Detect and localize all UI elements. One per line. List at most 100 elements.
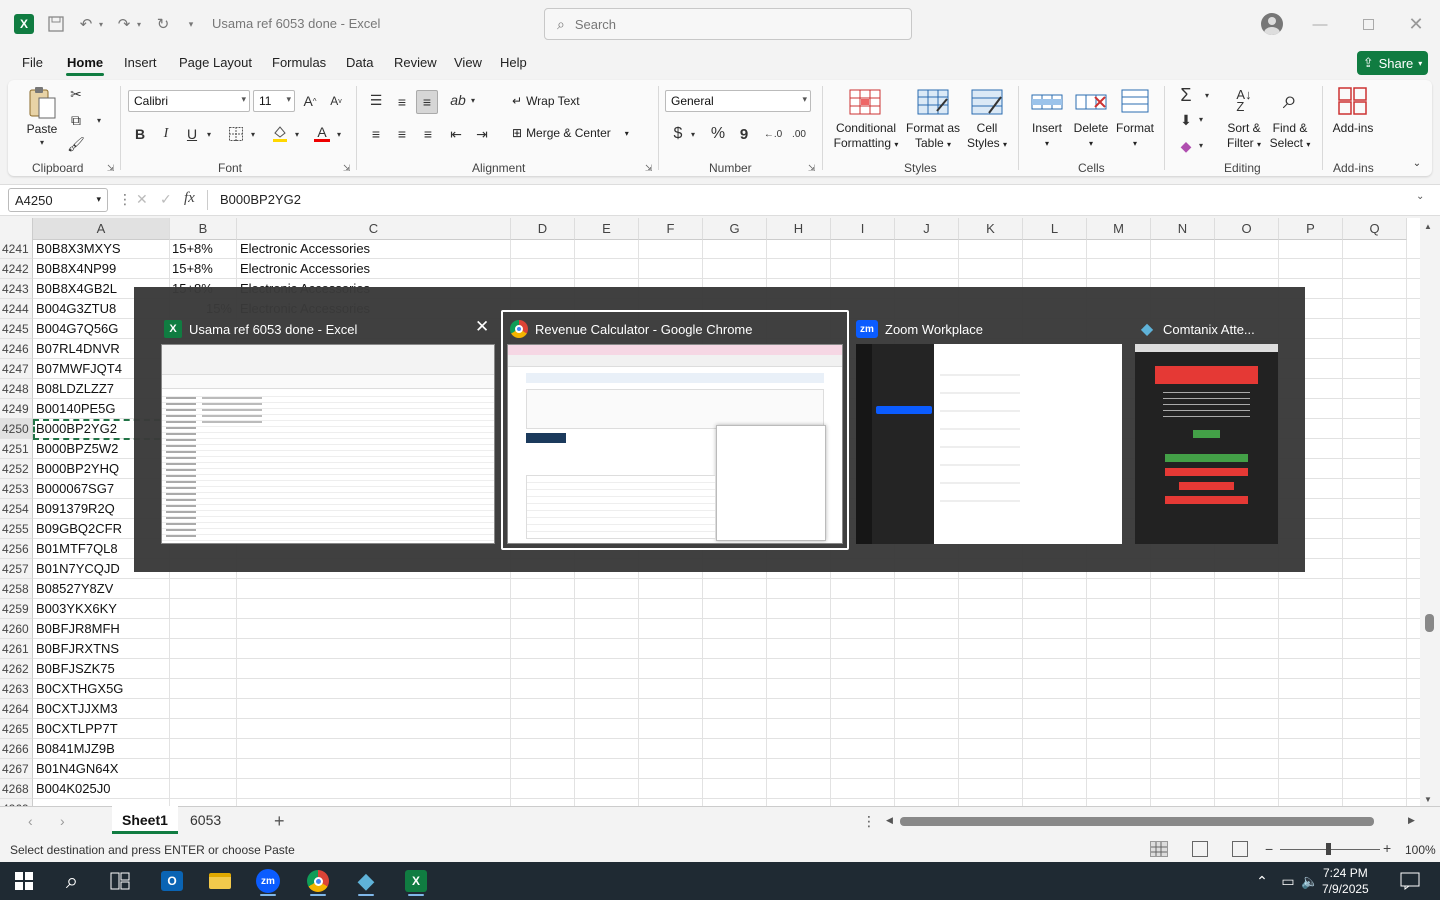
column-header-g[interactable]: G bbox=[703, 218, 767, 240]
cell-c-4261[interactable] bbox=[240, 639, 500, 659]
decrease-font-icon[interactable]: Av bbox=[326, 90, 346, 112]
italic-button[interactable]: I bbox=[156, 124, 176, 144]
column-header-n[interactable]: N bbox=[1151, 218, 1215, 240]
cell-a-4262[interactable]: B0BFJSZK75 bbox=[36, 659, 168, 679]
menu-review[interactable]: Review bbox=[394, 55, 437, 70]
menu-home[interactable]: Home bbox=[67, 55, 103, 70]
row-header[interactable]: 4258 bbox=[0, 579, 33, 599]
column-header-k[interactable]: K bbox=[959, 218, 1023, 240]
align-center-icon[interactable]: ≡ bbox=[392, 124, 412, 144]
comtanix-taskbar-icon[interactable]: ◆ bbox=[348, 866, 384, 896]
vertical-scrollbar[interactable] bbox=[1420, 218, 1440, 806]
clock[interactable]: 7:24 PM 7/9/2025 bbox=[1322, 865, 1369, 897]
paste-dropdown-icon[interactable]: ▾ bbox=[36, 138, 48, 147]
row-header[interactable]: 4255 bbox=[0, 519, 33, 539]
conditional-formatting-button[interactable]: Conditional Formatting ▾ bbox=[828, 121, 904, 152]
cell-b-4268[interactable] bbox=[172, 779, 232, 799]
copy-icon[interactable]: ⧉ bbox=[66, 110, 86, 130]
tab-split-handle-icon[interactable]: ⋮ bbox=[862, 813, 876, 830]
close-window-icon[interactable]: ✕ bbox=[1402, 12, 1430, 36]
column-header-h[interactable]: H bbox=[767, 218, 831, 240]
horizontal-scrollbar[interactable] bbox=[900, 817, 1374, 826]
column-header-q[interactable]: Q bbox=[1343, 218, 1407, 240]
format-cells-button[interactable]: Format ▾ bbox=[1112, 121, 1158, 151]
sheet-tab-6053[interactable]: 6053 bbox=[180, 806, 231, 834]
cell-b-4267[interactable] bbox=[172, 759, 232, 779]
row-header[interactable]: 4241 bbox=[0, 239, 33, 259]
cell-styles-icon[interactable] bbox=[970, 88, 1004, 116]
increase-font-icon[interactable]: A ^ bbox=[300, 90, 320, 112]
cell-c-4242[interactable]: Electronic Accessories bbox=[240, 259, 500, 279]
clipboard-launcher-icon[interactable]: ⇲ bbox=[107, 163, 115, 174]
cell-a-4260[interactable]: B0BFJR8MFH bbox=[36, 619, 168, 639]
vertical-scroll-thumb[interactable] bbox=[1425, 614, 1434, 632]
decrease-indent-icon[interactable]: ⇤ bbox=[446, 124, 466, 144]
row-header[interactable]: 4261 bbox=[0, 639, 33, 659]
zoom-out-icon[interactable]: − bbox=[1265, 841, 1273, 857]
paste-icon[interactable] bbox=[26, 86, 58, 120]
scroll-left-icon[interactable]: ◀ bbox=[886, 815, 893, 826]
comtanix-thumbnail[interactable] bbox=[1135, 344, 1278, 544]
find-select-icon[interactable]: ⌕ bbox=[1274, 84, 1306, 116]
cell-c-4259[interactable] bbox=[240, 599, 500, 619]
normal-view-icon[interactable] bbox=[1150, 841, 1168, 857]
add-ins-icon[interactable] bbox=[1336, 86, 1370, 116]
undo-icon[interactable]: ↶ bbox=[76, 12, 96, 36]
menu-insert[interactable]: Insert bbox=[124, 55, 157, 70]
underline-dropdown-icon[interactable]: ▾ bbox=[204, 126, 214, 142]
underline-button[interactable]: U bbox=[182, 124, 202, 144]
chrome-taskbar-icon[interactable] bbox=[300, 866, 336, 896]
format-as-table-button[interactable]: Format as Table ▾ bbox=[902, 121, 964, 152]
cell-styles-button[interactable]: Cell Styles ▾ bbox=[962, 121, 1012, 152]
increase-decimal-icon[interactable]: ←.0 bbox=[762, 124, 784, 144]
column-header-p[interactable]: P bbox=[1279, 218, 1343, 240]
comma-style-button[interactable]: 9 bbox=[736, 124, 752, 144]
add-sheet-icon[interactable]: + bbox=[274, 811, 285, 832]
row-header[interactable]: 4266 bbox=[0, 739, 33, 759]
scroll-down-icon[interactable]: ▼ bbox=[1424, 795, 1432, 804]
cell-a-4263[interactable]: B0CXTHGX5G bbox=[36, 679, 168, 699]
notifications-icon[interactable] bbox=[1394, 866, 1426, 896]
repeat-icon[interactable]: ↻ bbox=[154, 12, 172, 36]
add-ins-button[interactable]: Add-ins bbox=[1328, 121, 1378, 136]
column-header-f[interactable]: F bbox=[639, 218, 703, 240]
page-layout-view-icon[interactable] bbox=[1192, 841, 1208, 857]
redo-dropdown-icon[interactable]: ▾ bbox=[134, 12, 144, 36]
cell-b-4261[interactable] bbox=[172, 639, 232, 659]
scroll-right-icon[interactable]: ▶ bbox=[1408, 815, 1415, 826]
page-break-view-icon[interactable] bbox=[1232, 841, 1248, 857]
zoom-slider-thumb[interactable] bbox=[1326, 843, 1331, 855]
volume-icon[interactable]: 🔈 bbox=[1296, 866, 1324, 896]
clear-dropdown-icon[interactable]: ▾ bbox=[1196, 138, 1206, 152]
sheet-tab-sheet1[interactable]: Sheet1 bbox=[112, 806, 178, 834]
fill-color-dropdown-icon[interactable]: ▾ bbox=[292, 126, 302, 142]
row-header[interactable]: 4248 bbox=[0, 379, 33, 399]
zoom-taskbar-icon[interactable]: zm bbox=[250, 866, 286, 896]
chrome-thumbnail[interactable] bbox=[507, 344, 843, 544]
menu-view[interactable]: View bbox=[454, 55, 482, 70]
cell-c-4264[interactable] bbox=[240, 699, 500, 719]
row-header[interactable]: 4254 bbox=[0, 499, 33, 519]
insert-cells-button[interactable]: Insert ▾ bbox=[1026, 121, 1068, 151]
row-header[interactable]: 4263 bbox=[0, 679, 33, 699]
cell-a-4268[interactable]: B004K025J0 bbox=[36, 779, 168, 799]
currency-button[interactable]: $ bbox=[670, 124, 686, 144]
formula-content[interactable]: B000BP2YG2 bbox=[220, 192, 301, 207]
row-header[interactable]: 4257 bbox=[0, 559, 33, 579]
collapse-ribbon-icon[interactable]: ⌄ bbox=[1410, 156, 1424, 170]
align-top-icon[interactable]: ☰ bbox=[366, 90, 386, 110]
bold-button[interactable]: B bbox=[130, 124, 150, 144]
cell-c-4260[interactable] bbox=[240, 619, 500, 639]
more-icon[interactable]: ⋮ bbox=[118, 191, 132, 208]
conditional-formatting-icon[interactable] bbox=[848, 88, 882, 116]
increase-indent-icon[interactable]: ⇥ bbox=[472, 124, 492, 144]
percent-button[interactable]: % bbox=[708, 124, 728, 144]
paste-button[interactable]: Paste bbox=[26, 122, 58, 137]
row-header[interactable]: 4251 bbox=[0, 439, 33, 459]
scroll-up-icon[interactable]: ▲ bbox=[1424, 222, 1432, 231]
autosum-dropdown-icon[interactable]: ▾ bbox=[1202, 88, 1212, 102]
cell-c-4267[interactable] bbox=[240, 759, 500, 779]
row-header[interactable]: 4243 bbox=[0, 279, 33, 299]
row-header[interactable]: 4246 bbox=[0, 339, 33, 359]
cell-a-4242[interactable]: B0B8X4NP99 bbox=[36, 259, 168, 279]
